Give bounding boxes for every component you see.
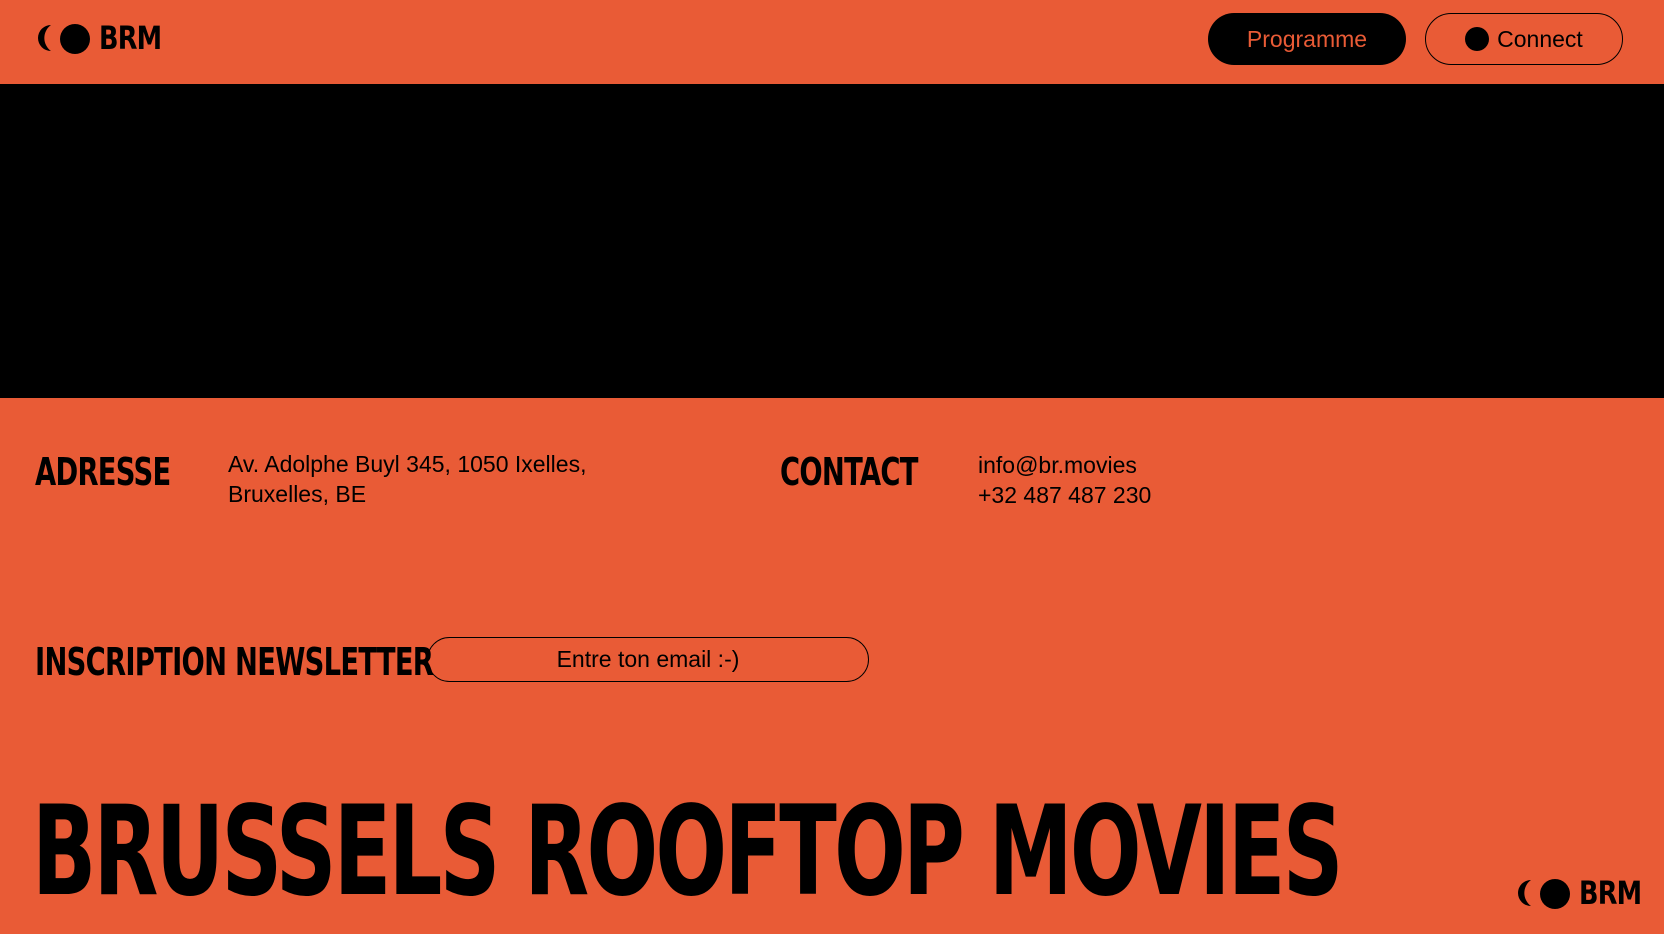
contact-phone-link[interactable]: +32 487 487 230 bbox=[978, 480, 1151, 510]
site-header: BRM Programme Connect bbox=[0, 0, 1664, 84]
logo-text: BRM bbox=[99, 19, 162, 57]
dot-icon bbox=[1465, 27, 1490, 51]
footer-logo-marks bbox=[1511, 877, 1575, 909]
connect-button[interactable]: Connect bbox=[1425, 13, 1623, 65]
newsletter-email-input[interactable] bbox=[427, 637, 869, 682]
address-line-1: Av. Adolphe Buyl 345, 1050 Ixelles, bbox=[228, 451, 587, 477]
contact-email-link[interactable]: info@br.movies bbox=[978, 450, 1151, 480]
programme-button-label: Programme bbox=[1246, 25, 1368, 52]
black-banner bbox=[0, 84, 1664, 398]
newsletter-heading: INSCRIPTION NEWSLETTER bbox=[35, 640, 434, 684]
crescent-moon-icon bbox=[38, 25, 51, 51]
brm-logo[interactable]: BRM bbox=[31, 22, 177, 54]
contact-text: info@br.movies +32 487 487 230 bbox=[978, 450, 1151, 510]
connect-button-label: Connect bbox=[1497, 25, 1583, 52]
crescent-moon-icon bbox=[1518, 880, 1531, 906]
contact-heading: CONTACT bbox=[780, 450, 918, 494]
programme-button[interactable]: Programme bbox=[1208, 13, 1406, 65]
footer-logo-text: BRM bbox=[1579, 874, 1642, 912]
address-line-2: Bruxelles, BE bbox=[228, 481, 367, 507]
address-text: Av. Adolphe Buyl 345, 1050 Ixelles, Brux… bbox=[228, 449, 586, 509]
site-title: BRUSSELS ROOFTOP MOVIES bbox=[32, 780, 1343, 924]
full-moon-icon bbox=[1540, 879, 1570, 909]
logo-marks bbox=[31, 22, 95, 54]
full-moon-icon bbox=[60, 24, 90, 54]
page: BRM Programme Connect ADRESSE Av. Adolph… bbox=[0, 0, 1664, 934]
footer-brm-logo[interactable]: BRM bbox=[1511, 877, 1657, 909]
address-heading: ADRESSE bbox=[35, 450, 171, 494]
